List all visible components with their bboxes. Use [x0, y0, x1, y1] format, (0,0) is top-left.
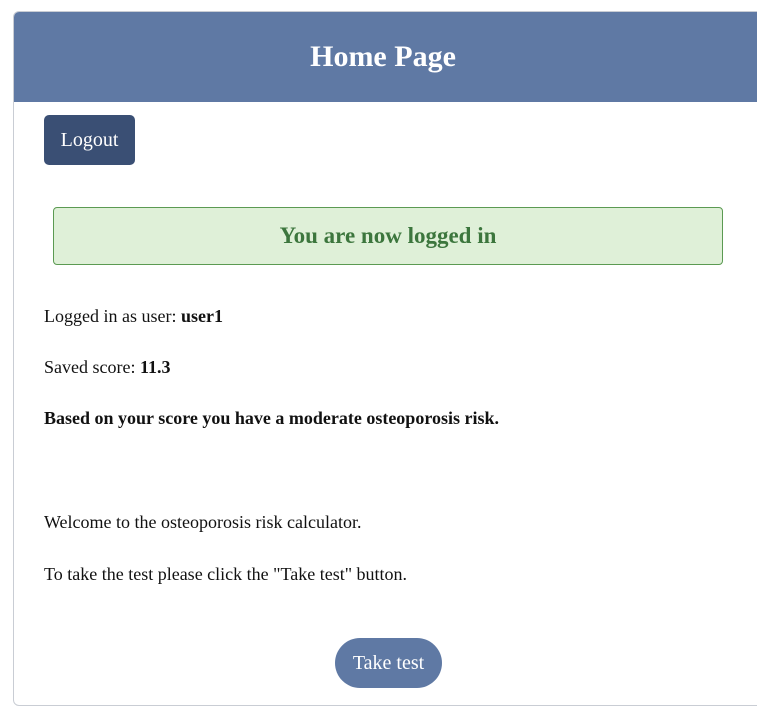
page-title: Home Page [310, 40, 456, 73]
risk-message: Based on your score you have a moderate … [44, 408, 500, 428]
home-page-card: Home Page Logout You are now logged in L… [13, 11, 757, 706]
page-header: Home Page [14, 12, 757, 102]
saved-score-line: Saved score: 11.3 [44, 357, 170, 378]
username-value: user1 [180, 306, 223, 326]
saved-score-label: Saved score: [44, 357, 140, 377]
instruction-text: To take the test please click the "Take … [44, 564, 408, 584]
saved-score-value: 11.3 [139, 357, 171, 377]
logged-in-user-line: Logged in as user: user1 [44, 306, 223, 327]
login-success-alert: You are now logged in [53, 207, 723, 265]
alert-message: You are now logged in [279, 223, 497, 248]
logout-button[interactable]: Logout [44, 115, 135, 165]
welcome-text: Welcome to the osteoporosis risk calcula… [44, 512, 362, 532]
take-test-button[interactable]: Take test [335, 638, 442, 688]
logged-in-label: Logged in as user: [44, 306, 181, 326]
